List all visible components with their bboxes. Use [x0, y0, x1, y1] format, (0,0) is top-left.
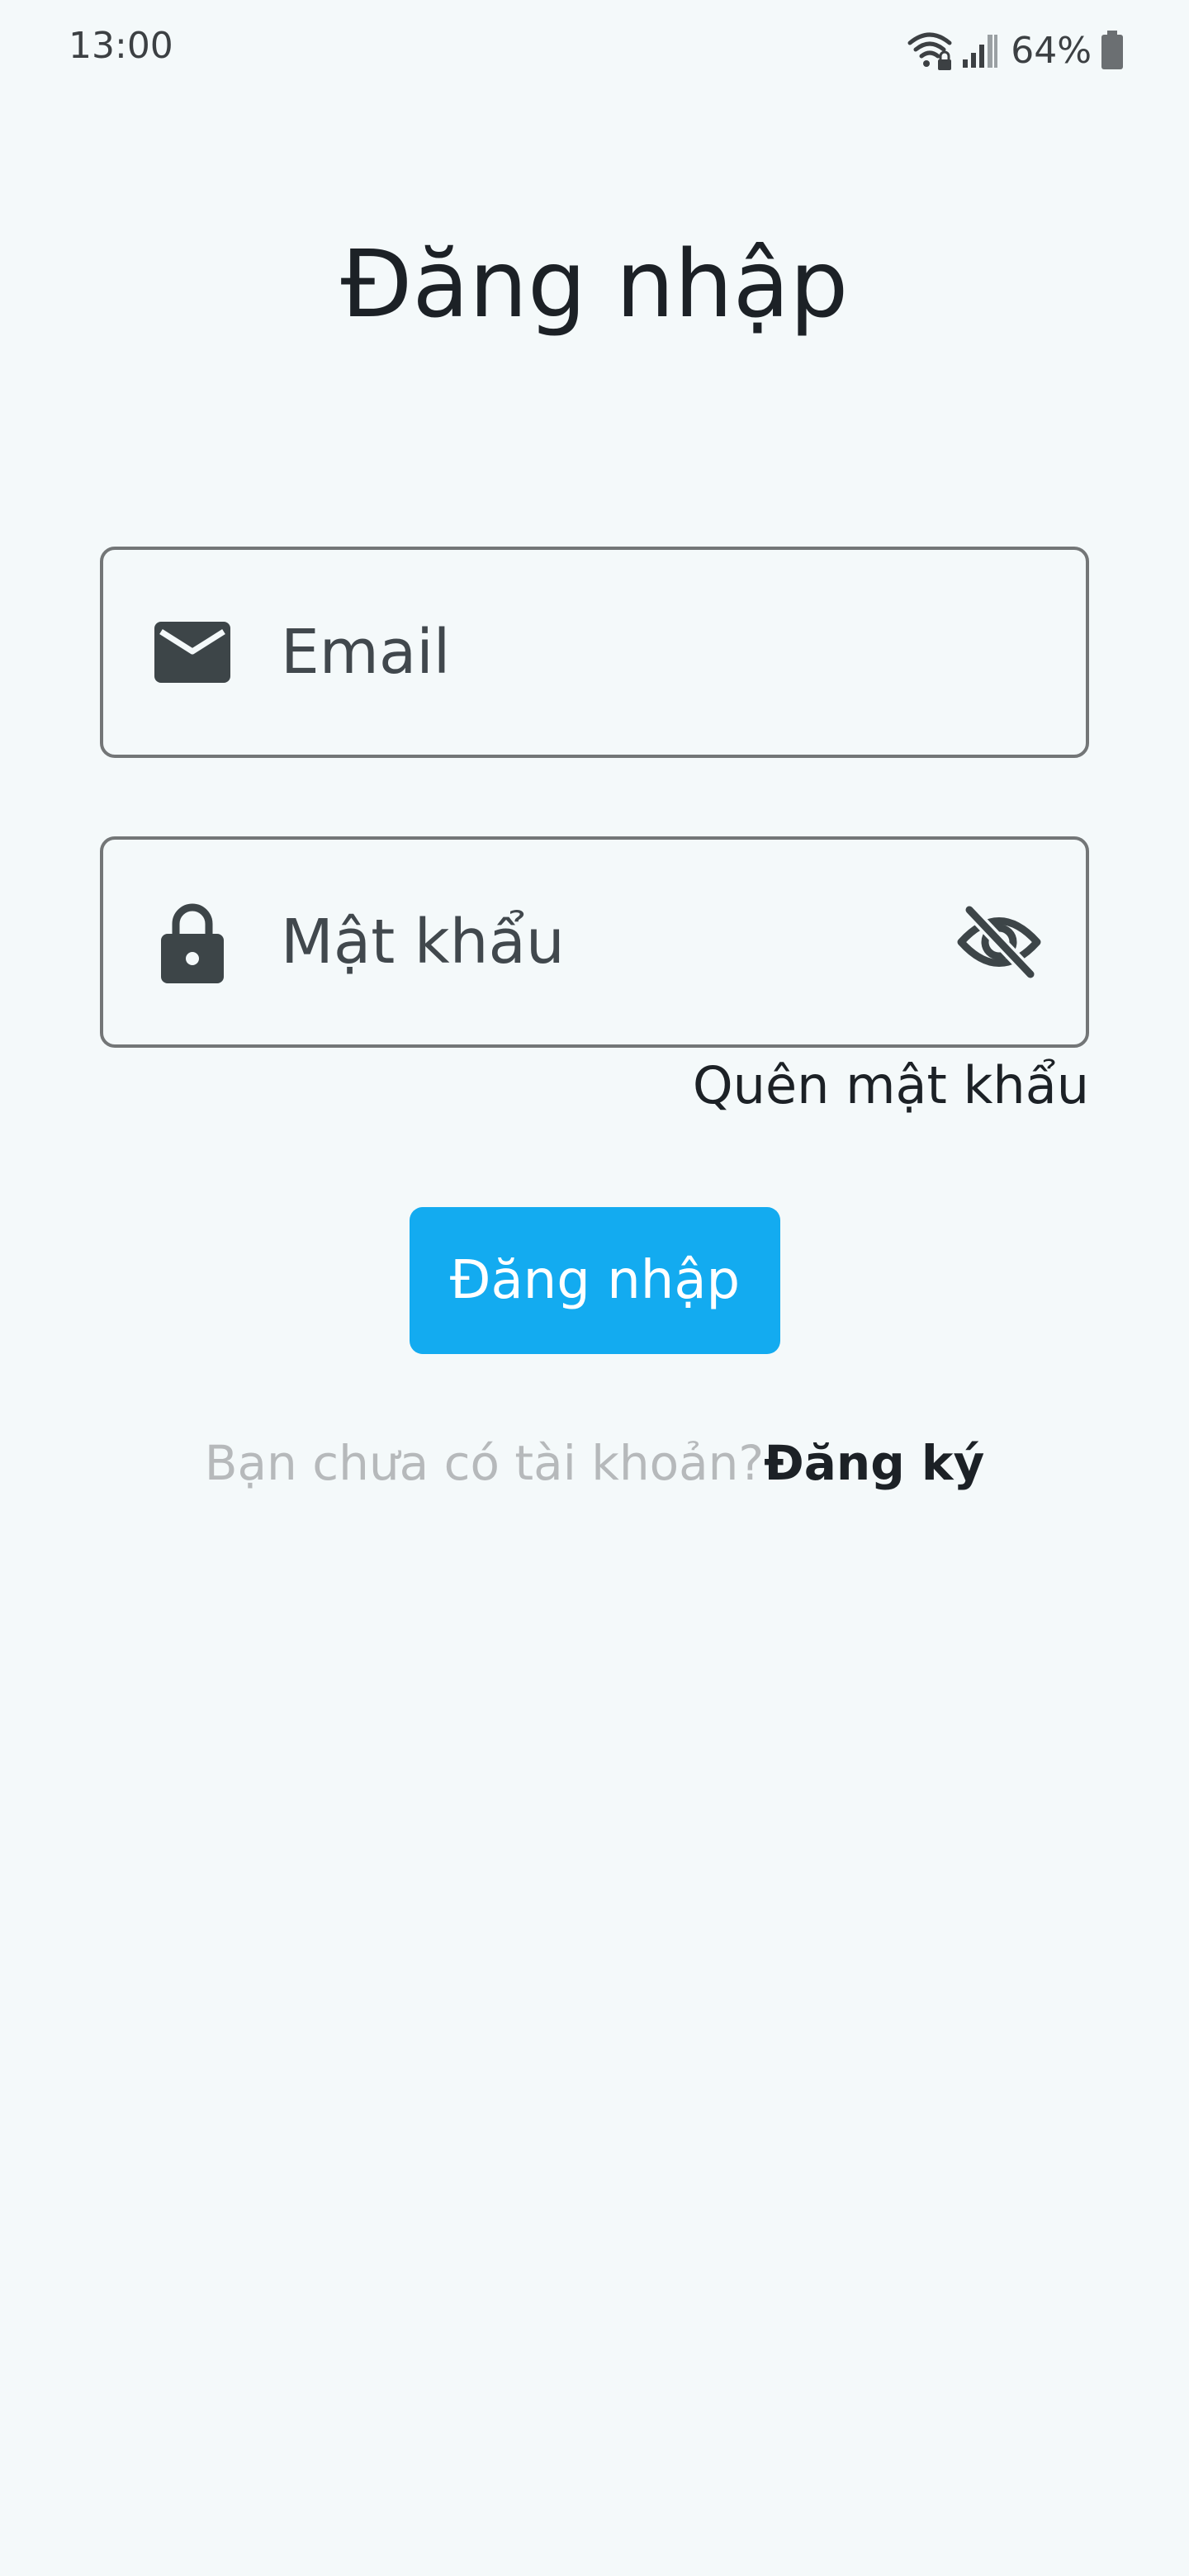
- signup-row: Bạn chưa có tài khoản?Đăng ký: [0, 1435, 1189, 1491]
- lock-icon: [151, 901, 234, 983]
- mail-icon: [151, 611, 234, 694]
- battery-icon: [1100, 31, 1125, 70]
- visibility-off-icon[interactable]: [954, 897, 1045, 987]
- email-input[interactable]: [281, 550, 991, 755]
- signup-prompt: Bạn chưa có tài khoản?: [204, 1435, 765, 1491]
- battery-percent: 64%: [1011, 29, 1092, 72]
- page-title: Đăng nhập: [340, 231, 849, 339]
- email-field[interactable]: [100, 547, 1089, 758]
- status-icons: 64%: [907, 21, 1125, 79]
- status-time: 13:00: [69, 25, 173, 67]
- forgot-password-link[interactable]: Quên mật khẩu: [693, 1055, 1089, 1115]
- signup-link[interactable]: Đăng ký: [764, 1435, 984, 1491]
- signal-icon: [961, 31, 999, 69]
- password-input[interactable]: [281, 840, 991, 1044]
- status-bar: 13:00 64%: [0, 0, 1189, 99]
- password-field[interactable]: [100, 836, 1089, 1048]
- login-button[interactable]: Đăng nhập: [410, 1207, 780, 1354]
- wifi-lock-icon: [907, 30, 953, 71]
